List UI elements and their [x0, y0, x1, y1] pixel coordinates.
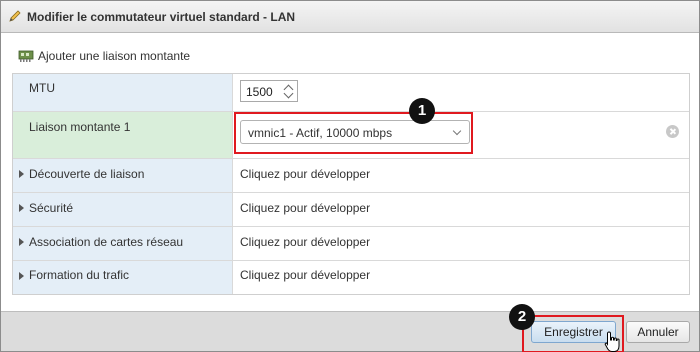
add-uplink-label: Ajouter une liaison montante	[38, 49, 191, 63]
row-nic-teaming-value-cell: Cliquez pour développer	[234, 227, 689, 260]
row-link-discovery-label-cell: Découverte de liaison	[13, 159, 233, 192]
pencil-icon	[9, 10, 21, 22]
mtu-input[interactable]: 1500	[240, 80, 298, 102]
dialog-title: Modifier le commutateur virtuel standard…	[27, 10, 296, 24]
row-nic-teaming[interactable]: Association de cartes réseau Cliquez pou…	[13, 227, 689, 261]
row-uplink-label-cell: Liaison montante 1	[13, 112, 233, 158]
link-discovery-value[interactable]: Cliquez pour développer	[240, 167, 370, 181]
row-mtu-label-cell: MTU	[13, 74, 233, 111]
nic-teaming-label: Association de cartes réseau	[29, 235, 184, 249]
edit-vswitch-dialog: Modifier le commutateur virtuel standard…	[0, 0, 700, 352]
callout-badge-2: 2	[509, 304, 535, 330]
expand-arrow-icon[interactable]	[19, 238, 24, 246]
add-uplink-link[interactable]: Ajouter une liaison montante	[18, 47, 190, 65]
hand-cursor-icon	[604, 331, 620, 352]
expand-arrow-icon[interactable]	[19, 272, 24, 280]
properties-grid: MTU 1500 Liaison montante 1 vmnic1 - Act…	[12, 73, 690, 295]
row-security-label-cell: Sécurité	[13, 193, 233, 226]
row-nic-teaming-label-cell: Association de cartes réseau	[13, 227, 233, 260]
expand-arrow-icon[interactable]	[19, 204, 24, 212]
nic-teaming-value[interactable]: Cliquez pour développer	[240, 235, 370, 249]
security-label: Sécurité	[29, 201, 74, 215]
traffic-shaping-label: Formation du trafic	[29, 268, 130, 282]
row-traffic-shaping-label-cell: Formation du trafic	[13, 261, 233, 294]
security-value[interactable]: Cliquez pour développer	[240, 201, 370, 215]
row-mtu: MTU 1500	[13, 74, 689, 112]
row-mtu-value-cell: 1500	[234, 74, 689, 111]
row-link-discovery-value-cell: Cliquez pour développer	[234, 159, 689, 192]
mtu-label: MTU	[29, 81, 55, 95]
row-traffic-shaping[interactable]: Formation du trafic Cliquez pour dévelop…	[13, 261, 689, 294]
network-adapter-icon	[18, 50, 34, 62]
remove-icon[interactable]	[666, 125, 679, 138]
link-discovery-label: Découverte de liaison	[29, 167, 145, 181]
uplink-label: Liaison montante 1	[29, 120, 131, 134]
expand-arrow-icon[interactable]	[19, 170, 24, 178]
mtu-spinner[interactable]	[283, 82, 295, 100]
callout-highlight-uplink	[234, 112, 473, 154]
row-traffic-shaping-value-cell: Cliquez pour développer	[234, 261, 689, 294]
title-bar: Modifier le commutateur virtuel standard…	[1, 1, 699, 33]
row-security[interactable]: Sécurité Cliquez pour développer	[13, 193, 689, 227]
row-security-value-cell: Cliquez pour développer	[234, 193, 689, 226]
mtu-value: 1500	[246, 85, 273, 99]
callout-badge-1: 1	[409, 98, 435, 124]
cancel-button[interactable]: Annuler	[626, 321, 690, 343]
row-link-discovery[interactable]: Découverte de liaison Cliquez pour dével…	[13, 159, 689, 193]
traffic-shaping-value[interactable]: Cliquez pour développer	[240, 268, 370, 282]
